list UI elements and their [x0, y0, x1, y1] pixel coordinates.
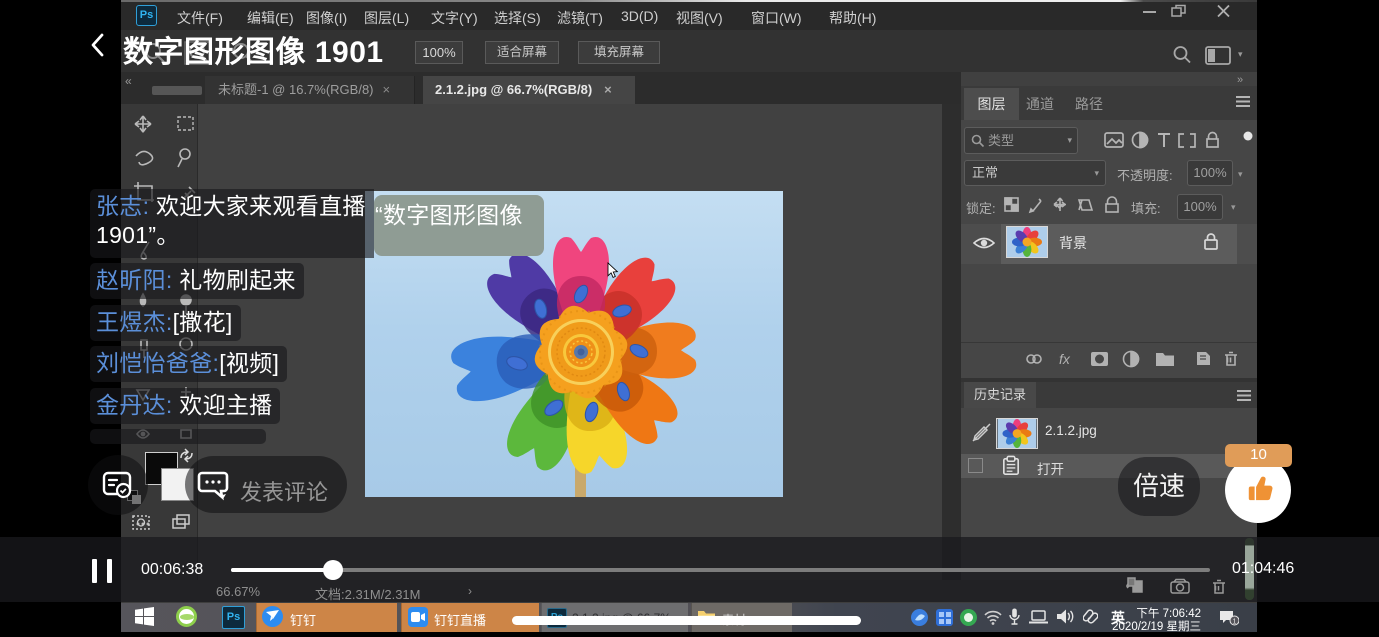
svg-text:fx: fx [1059, 351, 1071, 367]
svg-text:1: 1 [1233, 619, 1237, 626]
